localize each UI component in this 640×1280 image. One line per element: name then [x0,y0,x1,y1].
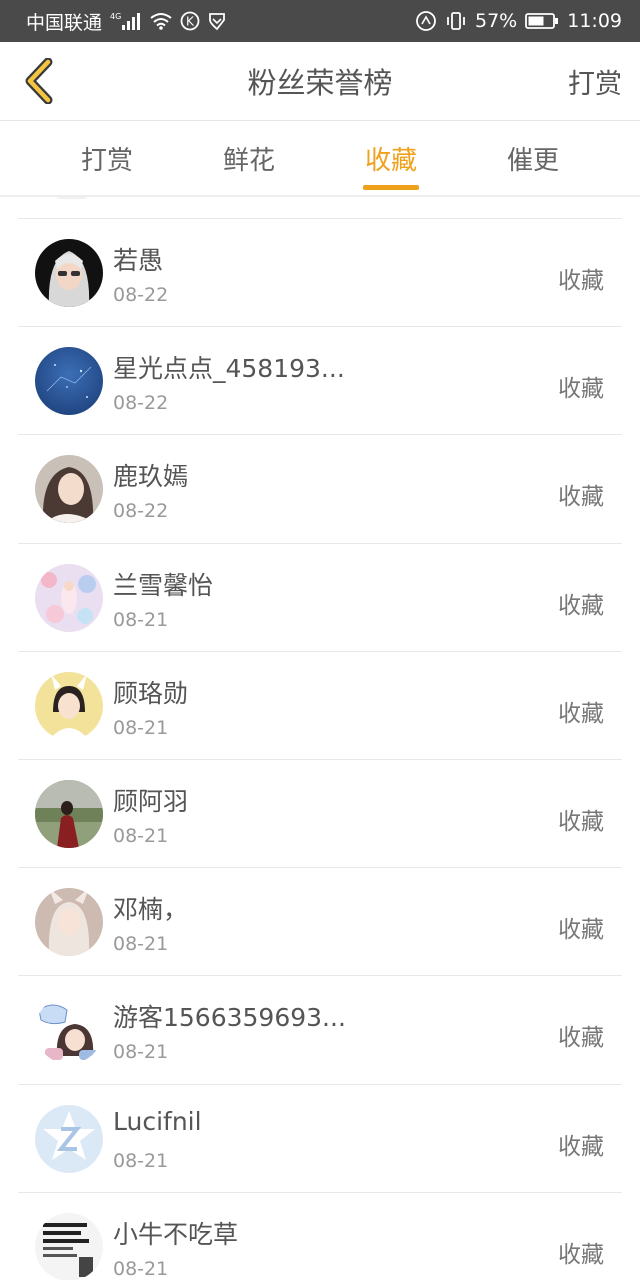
k-app-icon: K [180,11,200,31]
svg-text:K: K [186,15,195,29]
active-tab-indicator [363,185,419,190]
tab-favorites-label: 收藏 [364,145,417,176]
tab-reward-label: 打赏 [80,145,133,176]
data-saver-icon [415,10,437,32]
fan-date: 08-21 [113,1257,169,1280]
fan-name: 顾珞勋 [113,678,189,708]
signal-icon: 4G [110,11,142,31]
wifi-icon [150,12,172,30]
fan-date: 08-21 [113,716,169,739]
avatar[interactable] [35,1212,103,1280]
action-type: 收藏 [558,808,604,835]
vibrate-icon [445,11,467,31]
tab-favorites[interactable]: 收藏 [320,121,462,195]
fan-name: 星光点点_458193... [113,354,345,384]
fan-name: 鹿玖嫣 [113,462,189,492]
fan-name: 邓楠， [113,895,189,925]
action-type: 收藏 [558,700,604,727]
list-item[interactable]: 邓楠， 08-21 收藏 [18,868,622,977]
fan-date: 08-22 [113,500,169,523]
avatar[interactable] [35,563,103,632]
action-type: 收藏 [558,1025,604,1052]
carrier-label: 中国联通 [26,11,103,34]
list-item[interactable]: 兰雪馨怡 08-21 收藏 [18,544,622,652]
chevron-left-icon [25,58,53,104]
reward-button[interactable]: 打赏 [568,62,622,101]
list-item[interactable]: 顾珞勋 08-21 收藏 [18,652,622,760]
tab-urge-update[interactable]: 催更 [462,121,604,195]
fan-date: 08-21 [113,608,169,631]
nav-header: 粉丝荣誉榜 打赏 [0,42,640,120]
fan-name: Lucifnil [113,1106,202,1136]
fan-date: 08-21 [113,824,169,847]
list-item[interactable]: Lucifnil 08-21 收藏 [18,1085,622,1193]
action-type: 收藏 [558,917,604,944]
avatar[interactable] [35,996,103,1065]
tab-flowers[interactable]: 鲜花 [178,121,320,195]
page-title: 粉丝荣誉榜 [247,66,393,100]
battery-percent: 57% [475,10,518,32]
tab-bar: 打赏 鲜花 收藏 催更 [0,121,640,195]
status-bar: 中国联通 4G K 57% 11:09 [0,0,640,42]
list-item[interactable]: 小牛不吃草 08-21 收藏 [18,1193,622,1280]
fan-date: 08-21 [113,1149,169,1172]
fan-name: 若愚 [113,246,164,275]
partial-list-item [18,197,622,219]
fan-name: 顾阿羽 [113,786,189,816]
fan-name: 游客1566359693... [113,1003,346,1033]
fan-name: 小牛不吃草 [113,1219,239,1249]
back-button[interactable] [14,56,64,106]
avatar[interactable] [35,347,103,416]
action-type: 收藏 [558,1241,604,1268]
tab-reward[interactable]: 打赏 [36,121,178,195]
list-item[interactable]: 鹿玖嫣 08-22 收藏 [18,435,622,544]
avatar[interactable] [35,671,103,740]
fan-list[interactable]: 若愚 08-22 收藏 星光点点_458193... 08-22 收藏 鹿玖嫣 … [18,197,622,1280]
avatar[interactable] [35,239,103,307]
network-label: 4G [110,12,121,21]
fan-name: 兰雪馨怡 [113,570,214,600]
list-item[interactable]: 游客1566359693... 08-21 收藏 [18,976,622,1085]
fan-date: 08-21 [113,1041,169,1064]
battery-icon [525,12,559,30]
action-type: 收藏 [558,592,604,619]
fan-date: 08-21 [113,933,169,956]
tab-urge-update-label: 催更 [506,145,559,176]
avatar[interactable] [35,1104,103,1173]
fan-date: 08-22 [113,284,169,306]
list-item[interactable]: 顾阿羽 08-21 收藏 [18,760,622,869]
partial-avatar [52,197,92,199]
avatar[interactable] [35,779,103,848]
tab-flowers-label: 鲜花 [222,145,275,176]
list-item[interactable]: 若愚 08-22 收藏 [18,219,622,328]
list-item[interactable]: 星光点点_458193... 08-22 收藏 [18,327,622,436]
avatar[interactable] [35,455,103,524]
action-type: 收藏 [558,1133,604,1160]
avatar[interactable] [35,888,103,957]
action-type: 收藏 [558,376,604,403]
shield-icon [208,11,226,31]
action-type: 收藏 [558,484,604,511]
fan-date: 08-22 [113,392,169,415]
clock: 11:09 [567,10,622,32]
action-type: 收藏 [558,268,604,294]
